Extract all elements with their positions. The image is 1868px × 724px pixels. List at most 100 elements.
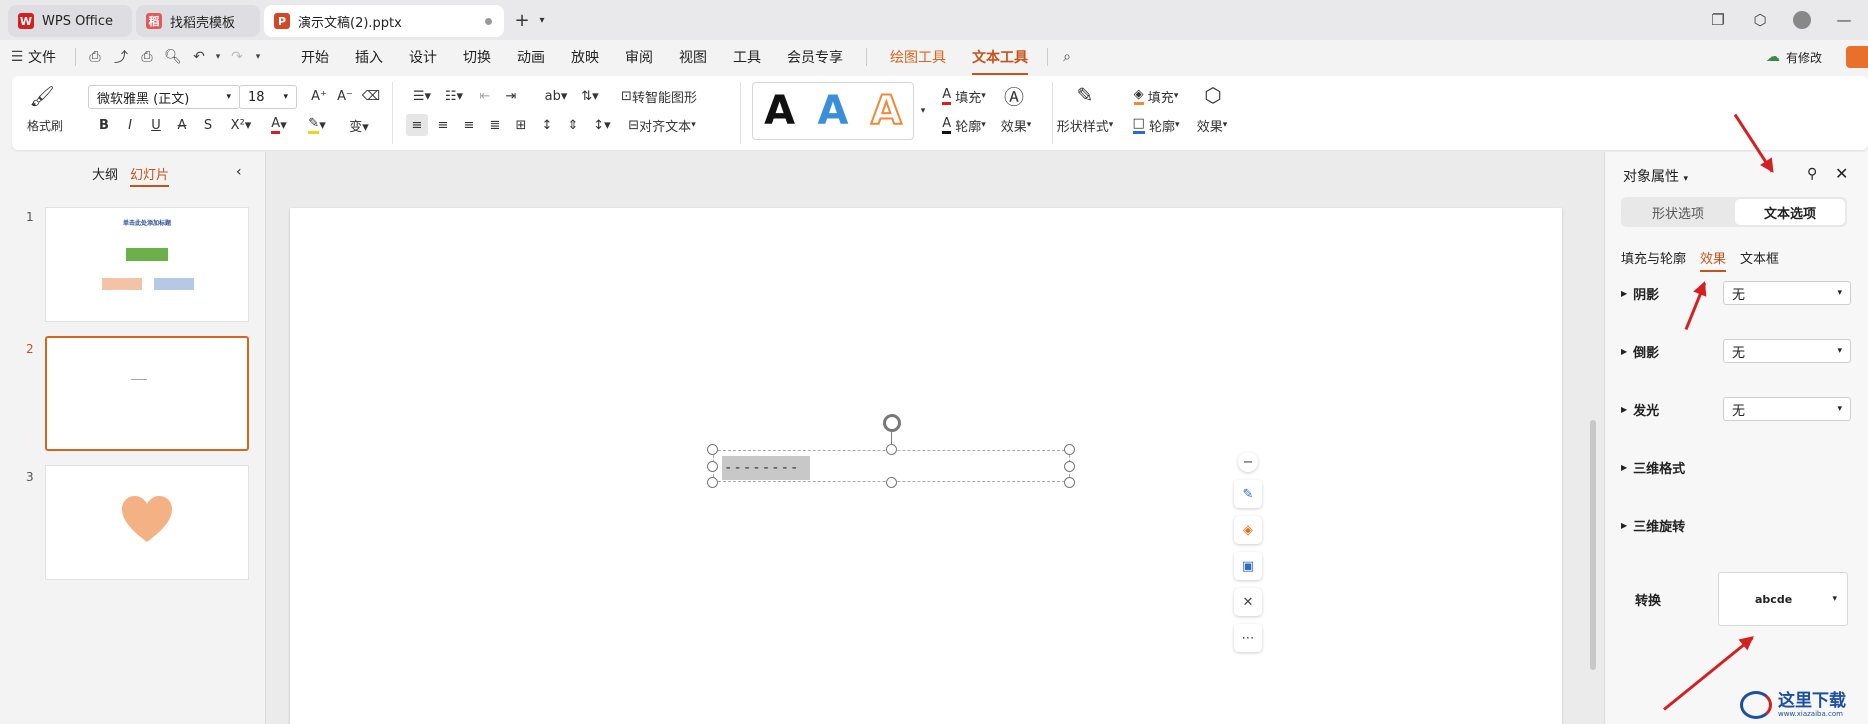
3d-format-row[interactable]: ▶ 三维格式 xyxy=(1621,454,1851,480)
align-right-icon[interactable]: ≡ xyxy=(458,114,480,136)
align-left-icon[interactable]: ≡ xyxy=(406,114,428,136)
sort-icon[interactable]: ⇅▾ xyxy=(576,85,604,107)
text-fill-button[interactable]: A 填充 ▾ xyxy=(934,85,994,107)
wordart-style-orange-outline[interactable]: A xyxy=(870,87,903,135)
wordart-gallery[interactable]: A A A xyxy=(752,82,914,140)
subtab-fill-outline[interactable]: 填充与轮廓 xyxy=(1621,248,1686,267)
resize-handle[interactable] xyxy=(707,444,718,455)
numbering-icon[interactable]: ☷▾ xyxy=(440,85,468,107)
3d-rotation-row[interactable]: ▶ 三维旋转 xyxy=(1621,512,1851,538)
modified-status[interactable]: 有修改 xyxy=(1786,49,1822,66)
rotate-handle-icon[interactable] xyxy=(883,414,901,432)
menu-animation[interactable]: 动画 xyxy=(504,47,558,67)
more-chevron-icon[interactable]: ▾ xyxy=(250,46,266,68)
superscript-icon[interactable]: X²▾ xyxy=(226,114,256,136)
share-button[interactable] xyxy=(1846,46,1868,68)
menu-design[interactable]: 设计 xyxy=(396,47,450,67)
font-color-icon[interactable]: A ▾ xyxy=(264,114,294,136)
box-3d-icon[interactable]: ⬡ xyxy=(1742,8,1778,32)
vertical-scrollbar[interactable] xyxy=(1590,420,1596,670)
decrease-font-icon[interactable]: A⁻ xyxy=(334,85,356,107)
text-direction-icon[interactable]: ab▾ xyxy=(542,85,570,107)
new-tab-plus-icon[interactable]: + xyxy=(512,10,532,31)
glow-row[interactable]: ▶ 发光 无 ▾ xyxy=(1621,396,1851,422)
increase-indent-icon[interactable]: ⇥ xyxy=(500,85,522,107)
shadow-row[interactable]: ▶ 阴影 无 ▾ xyxy=(1621,280,1851,306)
menu-tools[interactable]: 工具 xyxy=(720,47,774,67)
shape-effect-icon[interactable]: ⬡ xyxy=(1200,82,1226,108)
spacing-options-icon[interactable]: ↕▾ xyxy=(588,114,616,136)
highlight-icon[interactable]: ✎ ▾ xyxy=(302,114,332,136)
paragraph-spacing-icon[interactable]: ⇕ xyxy=(562,114,584,136)
fill-bucket-icon[interactable]: ◈ xyxy=(1234,516,1262,544)
pin-icon[interactable]: ⚲ xyxy=(1807,166,1817,182)
slide-2[interactable]: -------- xyxy=(290,208,1562,724)
selected-text[interactable]: -------- xyxy=(722,456,810,480)
save-icon[interactable]: ⎙ xyxy=(82,46,108,68)
line-spacing-icon[interactable]: ↕ xyxy=(536,114,558,136)
tab-outline[interactable]: 大纲 xyxy=(92,164,118,183)
menu-slideshow[interactable]: 放映 xyxy=(558,47,612,67)
reflection-select[interactable]: 无 ▾ xyxy=(1723,339,1851,363)
resize-handle[interactable] xyxy=(1064,444,1075,455)
font-name-select[interactable]: 微软雅黑 (正文) ▾ xyxy=(88,85,240,109)
subtab-textbox[interactable]: 文本框 xyxy=(1740,248,1779,267)
underline-icon[interactable]: U xyxy=(146,114,166,136)
glow-select[interactable]: 无 ▾ xyxy=(1723,397,1851,421)
italic-icon[interactable]: I xyxy=(120,114,140,136)
align-center-icon[interactable]: ≡ xyxy=(432,114,454,136)
bullets-icon[interactable]: ☰▾ xyxy=(408,85,436,107)
strikethrough-icon[interactable]: A xyxy=(172,114,192,136)
print-preview-icon[interactable]: 🔍︎ xyxy=(160,46,186,68)
window-layout-icon[interactable]: ❐ xyxy=(1700,8,1736,32)
shape-style-button[interactable]: 形状样式 ▾ xyxy=(1050,114,1120,136)
text-effect-icon[interactable]: Ⓐ xyxy=(1002,82,1026,109)
slide-thumbnail-2[interactable] xyxy=(45,336,249,451)
wordart-more-icon[interactable]: ▾ xyxy=(918,104,928,118)
slide-thumbnail-1[interactable]: 单击此处添加标题 xyxy=(45,207,249,322)
menu-review[interactable]: 审阅 xyxy=(612,47,666,67)
pen-style-icon[interactable]: ✎ xyxy=(1234,480,1262,508)
wordart-style-blue[interactable]: A xyxy=(818,88,849,134)
panel-title[interactable]: 对象属性 ▾ xyxy=(1623,166,1688,186)
menu-text-tools[interactable]: 文本工具 xyxy=(959,47,1041,75)
transform-select[interactable]: abcde ▾ xyxy=(1718,572,1848,626)
eraser-icon[interactable]: ⌫ xyxy=(360,85,382,107)
justify-icon[interactable]: ≣ xyxy=(484,114,506,136)
tools-icon[interactable]: ✕ xyxy=(1234,588,1262,616)
resize-handle[interactable] xyxy=(886,477,897,488)
tab-wps-office[interactable]: W WPS Office xyxy=(8,5,132,37)
distribute-icon[interactable]: ⊞ xyxy=(510,114,532,136)
menu-file[interactable]: 文件 xyxy=(24,47,69,67)
collapse-panel-icon[interactable]: ‹ xyxy=(236,164,242,180)
resize-handle[interactable] xyxy=(1064,477,1075,488)
text-shadow-icon[interactable]: S xyxy=(198,114,218,136)
menu-transition[interactable]: 切换 xyxy=(450,47,504,67)
close-icon[interactable]: ✕ xyxy=(1835,164,1848,183)
tab-text-options[interactable]: 文本选项 xyxy=(1735,199,1845,225)
collapse-icon[interactable]: − xyxy=(1238,452,1258,472)
menu-insert[interactable]: 插入 xyxy=(342,47,396,67)
format-painter-icon[interactable]: 🖌︎ xyxy=(29,84,54,108)
align-text-button[interactable]: ⊟ 对齐文本 ▾ xyxy=(620,114,704,136)
resize-handle[interactable] xyxy=(707,477,718,488)
print-icon[interactable]: ⎙ xyxy=(134,46,160,68)
shape-effect-button[interactable]: 效果 ▾ xyxy=(1192,114,1232,136)
shape-fill-button[interactable]: ◈ 填充 ▾ xyxy=(1126,85,1186,107)
menu-drawing-tools[interactable]: 绘图工具 xyxy=(877,47,959,67)
tab-shape-options[interactable]: 形状选项 xyxy=(1623,199,1733,225)
shape-outline-button[interactable]: □ 轮廓 ▾ xyxy=(1126,114,1186,136)
format-painter-button[interactable]: 格式刷 xyxy=(26,116,64,134)
text-outline-button[interactable]: A 轮廓 ▾ xyxy=(934,114,994,136)
avatar[interactable] xyxy=(1784,8,1820,32)
more-icon[interactable]: ⋯ xyxy=(1234,624,1262,652)
search-icon[interactable]: ⌕ xyxy=(1054,46,1080,68)
increase-font-icon[interactable]: A⁺ xyxy=(308,85,330,107)
tab-presentation[interactable]: P 演示文稿(2).pptx xyxy=(264,5,504,37)
bold-icon[interactable]: B xyxy=(94,114,114,136)
hamburger-icon[interactable]: ☰ xyxy=(10,46,24,68)
tab-list-chevron-icon[interactable]: ▾ xyxy=(534,10,550,30)
wordart-style-black[interactable]: A xyxy=(764,88,795,134)
minimize-icon[interactable]: — xyxy=(1826,8,1862,32)
phonetic-icon[interactable]: 变▾ xyxy=(342,114,376,136)
